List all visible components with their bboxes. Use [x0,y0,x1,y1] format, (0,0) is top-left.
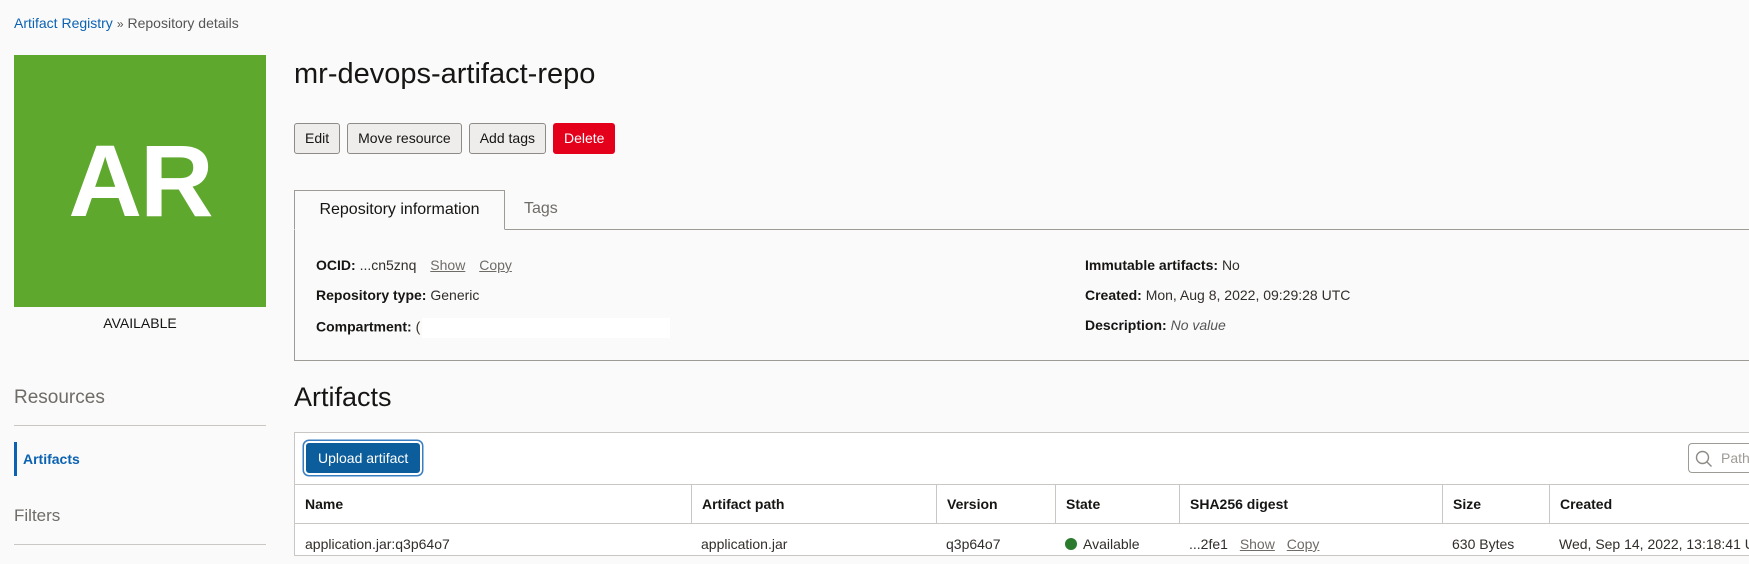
column-header-version[interactable]: Version [936,485,1055,523]
ocid-show-link[interactable]: Show [430,257,465,273]
cell-created: Wed, Sep 14, 2022, 13:18:41 U [1559,536,1749,552]
repository-initials: AR [68,123,213,238]
cell-name[interactable]: application.jar:q3p64o7 [295,524,450,564]
upload-artifact-button[interactable]: Upload artifact [306,443,421,473]
cell-size: 630 Bytes [1452,536,1515,552]
table-row: application.jar:q3p64o7 application.jar … [295,524,1749,564]
compartment-label: Compartment: [316,318,412,335]
table-header: Name Artifact path Version State SHA256 … [295,484,1749,524]
column-header-sha256-digest[interactable]: SHA256 digest [1179,485,1442,523]
description-field: Description: No value [1085,317,1226,333]
digest-show-link[interactable]: Show [1240,536,1275,552]
column-header-state[interactable]: State [1055,485,1179,523]
column-header-name[interactable]: Name [295,485,691,523]
cell-state-label: Available [1083,536,1140,552]
created-label: Created: [1085,287,1142,303]
resources-divider [14,425,266,426]
breadcrumb: Artifact Registry» Repository details [14,15,239,31]
path-search-input[interactable]: Path [1688,443,1749,473]
move-resource-button[interactable]: Move resource [347,123,462,154]
search-icon [1695,450,1712,467]
digest-copy-link[interactable]: Copy [1287,536,1320,552]
repository-type-value: Generic [430,287,480,303]
delete-button[interactable]: Delete [552,123,616,154]
breadcrumb-artifact-registry-link[interactable]: Artifact Registry [14,15,113,31]
ocid-copy-link[interactable]: Copy [479,257,512,273]
compartment-field: Compartment: ( [316,318,671,338]
filters-divider [14,544,266,545]
available-status-icon [1065,538,1077,550]
column-header-artifact-path[interactable]: Artifact path [691,485,936,523]
breadcrumb-current: Repository details [127,15,239,31]
created-value: Mon, Aug 8, 2022, 09:29:28 UTC [1145,287,1351,303]
cell-version: q3p64o7 [946,536,1001,552]
repository-status: AVAILABLE [103,315,177,331]
immutable-artifacts-label: Immutable artifacts: [1085,257,1219,273]
cell-artifact-path: application.jar [701,536,788,552]
compartment-redaction [422,318,671,338]
repository-type-label: Repository type: [316,287,427,303]
compartment-value[interactable]: ( [416,319,421,335]
breadcrumb-separator-icon: » [116,17,124,31]
action-bar: Edit Move resource Add tags Delete [294,123,616,154]
artifacts-table: Upload artifact Path Name Artifact path … [294,432,1749,556]
digest-value: ...2fe1 [1189,536,1228,552]
ocid-value: ...cn5znq [359,257,417,273]
tab-repository-information[interactable]: Repository information [294,190,505,230]
artifacts-heading: Artifacts [294,382,392,412]
cell-sha256-digest: ...2fe1 Show Copy [1179,524,1319,564]
add-tags-button[interactable]: Add tags [468,123,546,154]
page-title: mr-devops-artifact-repo [294,58,596,90]
edit-button[interactable]: Edit [294,123,341,154]
sidebar-item-artifacts[interactable]: Artifacts [14,442,266,476]
created-field: Created: Mon, Aug 8, 2022, 09:29:28 UTC [1085,287,1350,303]
description-value: No value [1170,317,1226,333]
ocid-label: OCID: [316,257,356,273]
cell-state: Available [1055,524,1140,564]
repository-avatar-tile: AR [14,55,266,307]
column-header-size[interactable]: Size [1442,485,1549,523]
resources-heading: Resources [14,387,105,408]
ocid-field: OCID: ...cn5znq Show Copy [316,257,512,273]
immutable-artifacts-value: No [1221,257,1240,273]
repository-info-panel [294,229,1749,361]
immutable-artifacts-field: Immutable artifacts: No [1085,257,1240,273]
tab-tags[interactable]: Tags [524,190,558,230]
repository-type-field: Repository type: Generic [316,287,479,303]
filters-heading: Filters [14,506,61,525]
column-header-created[interactable]: Created [1549,485,1749,523]
description-label: Description: [1085,317,1167,333]
path-search-placeholder: Path [1721,450,1749,466]
